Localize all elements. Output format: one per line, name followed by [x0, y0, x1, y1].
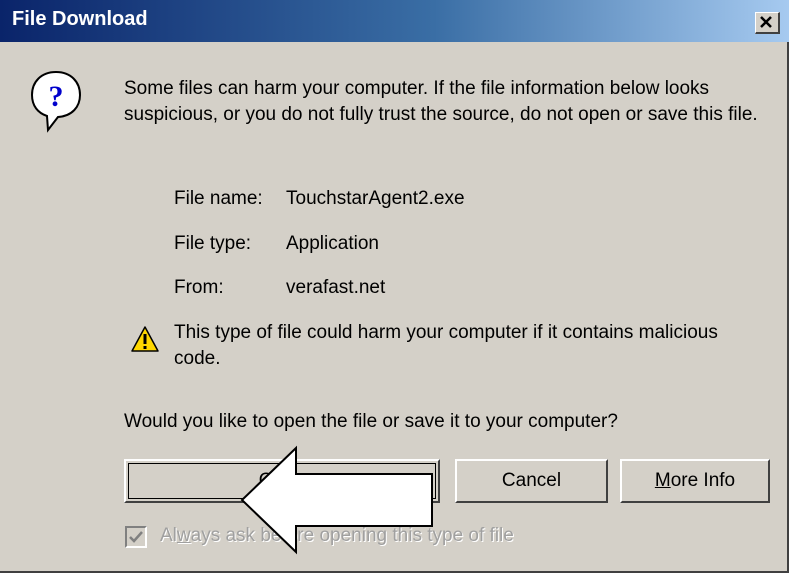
cancel-button[interactable]: Cancel — [455, 459, 608, 503]
warning-text: This type of file could harm your comput… — [174, 322, 718, 369]
checkmark-icon — [129, 531, 143, 543]
more-info-button[interactable]: More Info — [620, 459, 770, 503]
intro-text: Some files can harm your computer. If th… — [124, 78, 758, 125]
from-label: From: — [174, 277, 224, 298]
cancel-label: Cancel — [501, 470, 562, 491]
from-value: verafast.net — [286, 277, 386, 298]
close-icon — [760, 16, 772, 28]
close-button[interactable] — [755, 12, 780, 34]
file-name-value: TouchstarAgent2.exe — [286, 188, 465, 209]
more-info-mnemonic: M — [654, 470, 671, 491]
svg-text:?: ? — [49, 80, 64, 113]
file-download-dialog: File Download ? Some files can harm your… — [0, 0, 789, 573]
pointer-arrow — [240, 445, 433, 555]
warning-icon — [131, 326, 159, 352]
window-title: File Download — [12, 8, 148, 30]
file-type-label: File type: — [174, 233, 252, 254]
file-name-label: File name: — [174, 188, 263, 209]
question-icon: ? — [30, 70, 82, 133]
title-bar[interactable]: File Download — [0, 0, 789, 42]
file-type-value: Application — [286, 233, 379, 254]
question-text: Would you like to open the file or save … — [124, 411, 618, 432]
always-ask-checkbox[interactable] — [125, 526, 147, 548]
more-info-label: ore Info — [670, 470, 736, 491]
